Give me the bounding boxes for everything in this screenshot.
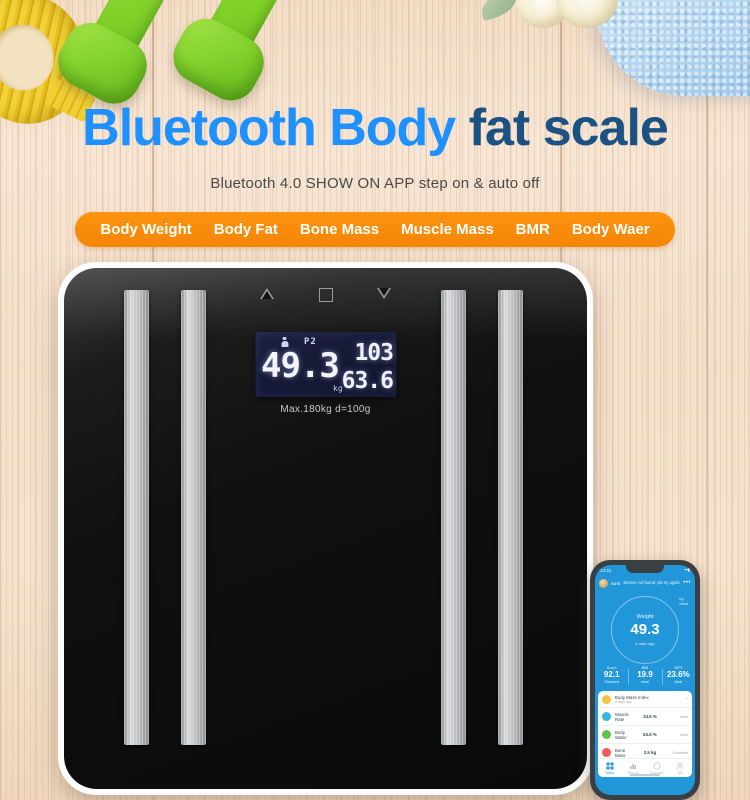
list-item[interactable]: Muscle Rate 34.5 % Ideal — [598, 708, 692, 726]
feature-item-body-weight: Body Weight — [100, 221, 192, 238]
list-item[interactable]: Body Water 63.6 % Ideal — [598, 726, 692, 744]
feature-item-body-fat: Body Fat — [213, 221, 278, 238]
stat-status: Ideal — [641, 680, 649, 685]
lcd-secondary-bottom: 63.6 — [341, 368, 394, 394]
metric-sub: 6 days ago — [615, 699, 632, 704]
touch-indicator-row — [64, 286, 587, 302]
electrode-strip — [181, 290, 206, 745]
metrics-card: Body Mass Index 6 days ago ^ Muscle Rate… — [598, 691, 692, 777]
lcd-secondary-top: 103 — [354, 340, 394, 366]
stats-row: Score 92.1 Standard BMI 19.9 Ideal BFR 2… — [595, 666, 695, 688]
stat-label: BMI — [641, 666, 649, 670]
metric-color-dot — [602, 712, 611, 721]
capacity-label: Max.180kg d=100g — [280, 404, 371, 415]
nav-label: Home — [605, 770, 615, 775]
feature-item-bmr: BMR — [515, 221, 550, 238]
electrode-strip — [124, 290, 149, 745]
metric-color-dot — [602, 748, 611, 757]
page-title: Bluetooth Body fat scale — [0, 98, 750, 158]
headline-primary: Bluetooth Body — [82, 99, 456, 157]
electrode-strip — [441, 290, 466, 745]
scale-glass-surface: P2 49.3 kg 103 63.6 Max.180kg d=100g — [64, 268, 587, 789]
more-menu-icon[interactable]: ••• — [683, 580, 691, 586]
triangle-down-icon[interactable] — [376, 286, 392, 301]
metric-value: 2.5 kg — [643, 750, 657, 755]
avatar[interactable] — [599, 578, 608, 588]
user-name: sunh — [611, 580, 621, 586]
feature-item-muscle-mass: Muscle Mass — [401, 221, 494, 238]
status-icons: ▪▪▮ — [684, 567, 690, 572]
app-header: sunh Device not found, pls try again ••• — [595, 576, 695, 590]
stat-value: 92.1 — [603, 670, 620, 679]
metric-value: 63.6 % — [643, 732, 657, 737]
subtitle: Bluetooth 4.0 SHOW ON APP step on & auto… — [210, 175, 540, 192]
stat-status: Ideal — [674, 680, 683, 685]
metric-status: Ideal — [680, 714, 688, 719]
nav-item-me[interactable]: Me — [669, 759, 693, 777]
person-icon — [677, 762, 684, 769]
metric-color-dot — [602, 730, 611, 739]
feature-item-bone-mass: Bone Mass — [299, 221, 380, 238]
weight-ring-value: 49.3 — [630, 621, 660, 638]
grid-icon — [606, 762, 614, 769]
metric-value: 34.5 % — [643, 714, 657, 719]
headline-secondary: fat scale — [468, 99, 669, 157]
stat-status: Standard — [604, 680, 619, 685]
home-indicator — [630, 773, 660, 776]
weight-ring: Weight 49.3 6 days ago — [611, 596, 679, 664]
nav-item-home[interactable]: Home — [598, 759, 622, 777]
compass-icon — [653, 762, 661, 769]
stat-score: Score 92.1 Standard — [595, 666, 628, 688]
metric-name: Body Water — [615, 729, 627, 740]
device-status-message: Device not found, pls try again — [623, 580, 680, 586]
metric-color-dot — [602, 694, 611, 704]
feature-list: Body Weight Body Fat Bone Mass Muscle Ma… — [75, 212, 675, 247]
phone-mockup: 14:41 ▪▪▮ sunh Device not found, pls try… — [590, 560, 700, 800]
stat-bfr: BFR 23.6% Ideal — [661, 666, 695, 688]
weight-ring-title: Weight — [636, 614, 654, 620]
square-icon[interactable] — [318, 288, 333, 302]
weight-ring-updated: 6 days ago — [635, 641, 655, 646]
status-time: 14:41 — [600, 567, 612, 573]
feature-item-body-water: Body Waer — [571, 221, 650, 238]
stat-label: Score — [606, 666, 617, 670]
phone-screen: 14:41 ▪▪▮ sunh Device not found, pls try… — [595, 565, 695, 795]
metric-status: Ideal — [680, 732, 688, 737]
metric-status: Excellent — [673, 750, 688, 755]
metric-name: Bone Mass — [615, 747, 626, 758]
weight-ring-status: Ideal — [679, 601, 688, 607]
lcd-weight-value: 49.3 — [261, 346, 340, 386]
triangle-up-icon[interactable] — [259, 286, 275, 301]
stat-value: 19.9 — [637, 670, 653, 679]
weight-ring-unit-status: kg Ideal — [679, 596, 688, 606]
list-item[interactable]: Body Mass Index 6 days ago ^ — [598, 691, 692, 708]
promo-banner: Bluetooth Body fat scale Bluetooth 4.0 S… — [0, 0, 750, 800]
stat-value: 23.6% — [666, 670, 690, 679]
lcd-display: P2 49.3 kg 103 63.6 — [255, 332, 396, 397]
chart-icon — [630, 763, 637, 769]
chevron-up-icon[interactable]: ^ — [666, 697, 688, 701]
metric-name: Muscle Rate — [615, 711, 629, 722]
body-fat-scale: P2 49.3 kg 103 63.6 Max.180kg d=100g — [58, 262, 593, 795]
nav-label: Me — [677, 770, 683, 775]
electrode-strip — [498, 290, 523, 745]
stat-bmi: BMI 19.9 Ideal — [628, 666, 661, 688]
phone-notch — [626, 565, 664, 573]
stat-label: BFR — [674, 666, 683, 670]
